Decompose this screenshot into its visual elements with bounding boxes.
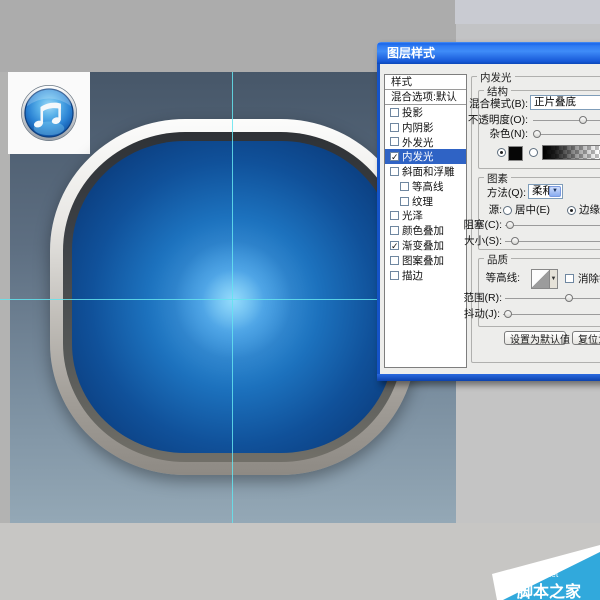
structure-group-title: 结构 xyxy=(484,84,511,99)
chevron-down-icon[interactable]: ▼ xyxy=(549,186,561,197)
choke-slider-track[interactable] xyxy=(505,225,600,226)
jitter-slider-handle[interactable] xyxy=(504,310,512,318)
style-enable-checkbox[interactable] xyxy=(390,167,399,176)
glow-gradient-radio[interactable] xyxy=(529,148,538,157)
photoshop-workspace: 图层样式 样式 混合选项:默认 投影内阴影外发光✓内发光斜面和浮雕等高线纹理光泽… xyxy=(0,0,600,600)
blend-mode-label: 混合模式(B): xyxy=(436,98,528,110)
antialias-label: 消除锯齿 xyxy=(578,273,600,285)
opacity-label: 不透明度(O): xyxy=(436,114,528,126)
style-enable-checkbox[interactable]: ✓ xyxy=(390,152,399,161)
style-item-label: 投影 xyxy=(402,105,423,120)
contour-arrow-button[interactable]: ▼ xyxy=(550,269,558,289)
range-label: 范围(R): xyxy=(410,292,502,304)
glow-color-swatch[interactable] xyxy=(508,146,523,161)
style-item-label: 外发光 xyxy=(402,135,434,150)
quality-group-title: 品质 xyxy=(484,252,511,267)
opacity-slider-handle[interactable] xyxy=(579,116,587,124)
make-default-button[interactable]: 设置为默认值 xyxy=(504,331,566,345)
style-enable-checkbox[interactable] xyxy=(400,182,409,191)
watermark-url-text: jb51.net xyxy=(527,569,559,579)
range-slider-handle[interactable] xyxy=(565,294,573,302)
glow-color-radio[interactable] xyxy=(497,148,506,157)
size-slider-track[interactable] xyxy=(505,241,600,242)
style-enable-checkbox[interactable] xyxy=(390,211,399,220)
style-item-label: 内阴影 xyxy=(402,120,434,135)
noise-label: 杂色(N): xyxy=(436,128,528,140)
style-list-item[interactable]: ✓内发光 xyxy=(385,149,466,164)
technique-select[interactable]: 柔和 ▼ xyxy=(528,184,563,199)
styles-header-item[interactable]: 样式 xyxy=(385,75,466,90)
source-edge-radio[interactable] xyxy=(567,206,576,215)
style-enable-checkbox[interactable] xyxy=(400,197,409,206)
watermark: jb51.net 脚本之家 xyxy=(470,540,600,600)
style-enable-checkbox[interactable] xyxy=(390,226,399,235)
noise-slider-handle[interactable] xyxy=(533,130,541,138)
jitter-label: 抖动(J): xyxy=(408,308,500,320)
workspace-top-right-strip xyxy=(455,0,600,24)
size-slider-handle[interactable] xyxy=(511,237,519,245)
antialias-checkbox[interactable] xyxy=(565,274,574,283)
style-list-item[interactable]: 图案叠加 xyxy=(385,253,466,268)
itunes-logo-icon xyxy=(15,79,83,147)
choke-label: 阻塞(C): xyxy=(410,219,502,231)
source-center-radio[interactable] xyxy=(503,206,512,215)
contour-label: 等高线: xyxy=(428,272,520,284)
contour-picker[interactable] xyxy=(531,269,550,289)
source-center-label: 居中(E) xyxy=(515,204,550,216)
blend-mode-value: 正片叠底 xyxy=(534,96,576,109)
layer-style-dialog: 图层样式 样式 混合选项:默认 投影内阴影外发光✓内发光斜面和浮雕等高线纹理光泽… xyxy=(377,42,600,381)
style-item-label: 图案叠加 xyxy=(402,253,444,268)
style-item-label: 内发光 xyxy=(402,149,434,164)
style-item-label: 描边 xyxy=(402,268,423,283)
button-center-glow xyxy=(153,220,313,380)
dialog-title: 图层样式 xyxy=(387,46,435,60)
watermark-site-text: 脚本之家 xyxy=(517,582,582,600)
style-enable-checkbox[interactable]: ✓ xyxy=(390,241,399,250)
source-edge-label: 边缘(G) xyxy=(579,204,600,216)
dialog-titlebar[interactable]: 图层样式 xyxy=(377,42,600,64)
size-label: 大小(S): xyxy=(410,235,502,247)
technique-label: 方法(Q): xyxy=(434,187,526,199)
reset-default-button[interactable]: 复位为默认值 xyxy=(572,331,600,345)
style-enable-checkbox[interactable] xyxy=(390,137,399,146)
style-list-item[interactable]: 斜面和浮雕 xyxy=(385,164,466,179)
range-slider-track[interactable] xyxy=(505,298,600,299)
opacity-slider-track[interactable] xyxy=(533,120,600,121)
inner-glow-section-title: 内发光 xyxy=(477,70,515,85)
style-enable-checkbox[interactable] xyxy=(390,256,399,265)
style-enable-checkbox[interactable] xyxy=(390,108,399,117)
dialog-frame-bottom xyxy=(377,374,600,381)
blend-mode-select[interactable]: 正片叠底 xyxy=(530,95,600,110)
style-item-label: 斜面和浮雕 xyxy=(402,164,455,179)
jitter-slider-track[interactable] xyxy=(503,314,600,315)
source-label: 源: xyxy=(410,204,502,216)
glow-gradient-bar[interactable] xyxy=(542,145,600,160)
itunes-preview-tile xyxy=(8,72,90,154)
noise-slider-track[interactable] xyxy=(535,134,600,135)
choke-slider-handle[interactable] xyxy=(506,221,514,229)
style-enable-checkbox[interactable] xyxy=(390,271,399,280)
elements-group-title: 图素 xyxy=(484,171,511,186)
dialog-frame-left xyxy=(377,64,380,381)
guide-vertical[interactable] xyxy=(232,72,233,523)
style-enable-checkbox[interactable] xyxy=(390,123,399,132)
